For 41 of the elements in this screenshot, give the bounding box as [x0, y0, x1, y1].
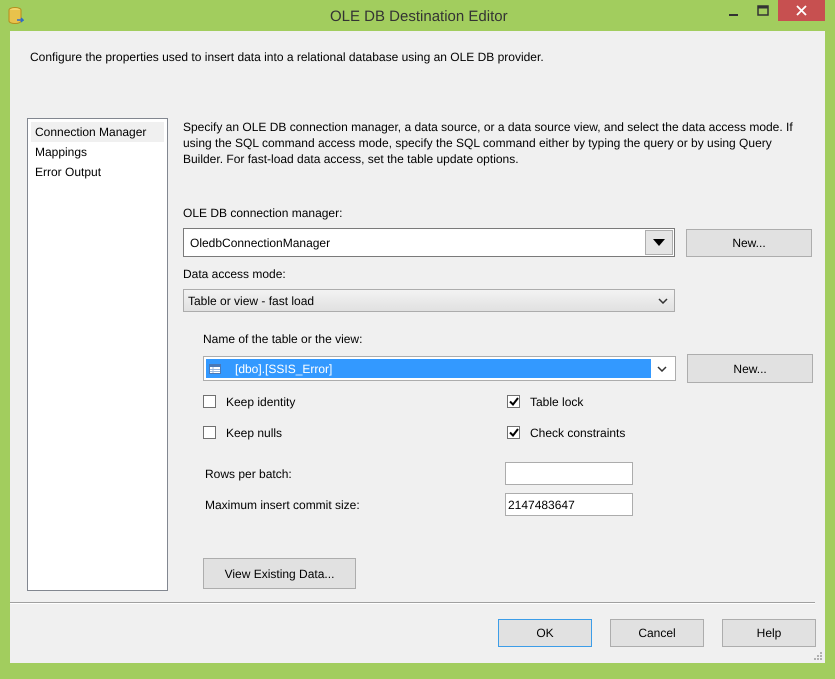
chevron-icon — [657, 366, 668, 372]
description-text: Configure the properties used to insert data into a relational database using an OLE DB provider. — [30, 50, 544, 64]
checkbox[interactable] — [507, 395, 520, 408]
input-field[interactable]: 2147483647 — [505, 493, 633, 516]
dialog-button[interactable]: Cancel — [610, 619, 704, 647]
checkbox-label: Table lock — [530, 394, 584, 410]
dialog-button[interactable]: OK — [498, 619, 592, 647]
field-label: Maximum insert commit size: — [204, 496, 361, 514]
view-existing-data-button[interactable]: View Existing Data... — [203, 558, 356, 589]
window-title: OLE DB Destination Editor — [330, 7, 508, 27]
checkbox[interactable] — [507, 426, 520, 439]
database-icon — [8, 6, 24, 24]
checkmark-icon — [508, 397, 518, 406]
new-button[interactable]: New... — [687, 354, 813, 383]
checkbox-label: Check constraints — [530, 424, 626, 442]
dialog-button[interactable]: Help — [722, 619, 816, 647]
table-icon — [209, 364, 221, 374]
checkbox-label: Keep identity — [226, 394, 296, 410]
connection-manager-dropdown[interactable]: OledbConnectionManager — [183, 228, 675, 257]
minimize-icon — [728, 14, 738, 16]
input-field[interactable] — [505, 462, 633, 485]
checkbox[interactable] — [203, 426, 216, 439]
sidebar-item[interactable]: Error Output — [31, 162, 164, 182]
chevron-icon — [658, 298, 668, 304]
field-label: Data access mode: — [183, 266, 287, 283]
close-button[interactable] — [778, 0, 825, 21]
maximize-icon — [757, 5, 769, 16]
instructions-text: Specify an OLE DB connection manager, a data source, or a data source view, and select the data access mode. If using the SQL command access mode, specify the SQL command either by typing the query or by using Query Builder. For fast-load data access, set the table update options. — [183, 119, 794, 167]
field-label: Name of the table or the view: — [203, 331, 364, 348]
field-label: Rows per batch: — [204, 466, 293, 482]
close-icon — [796, 5, 807, 16]
new-button[interactable]: New... — [686, 228, 812, 256]
field-label: OLE DB connection manager: — [183, 205, 344, 222]
sidebar-item[interactable]: Connection Manager — [31, 122, 164, 142]
resize-grip-icon — [814, 652, 823, 661]
checkbox-label: Keep nulls — [226, 424, 282, 442]
caret-icon — [653, 238, 665, 246]
checkmark-icon — [508, 428, 518, 437]
access-mode-dropdown[interactable]: Table or view - fast load — [183, 289, 675, 312]
sidebar-item[interactable]: Mappings — [31, 142, 164, 162]
checkbox[interactable] — [203, 395, 216, 408]
